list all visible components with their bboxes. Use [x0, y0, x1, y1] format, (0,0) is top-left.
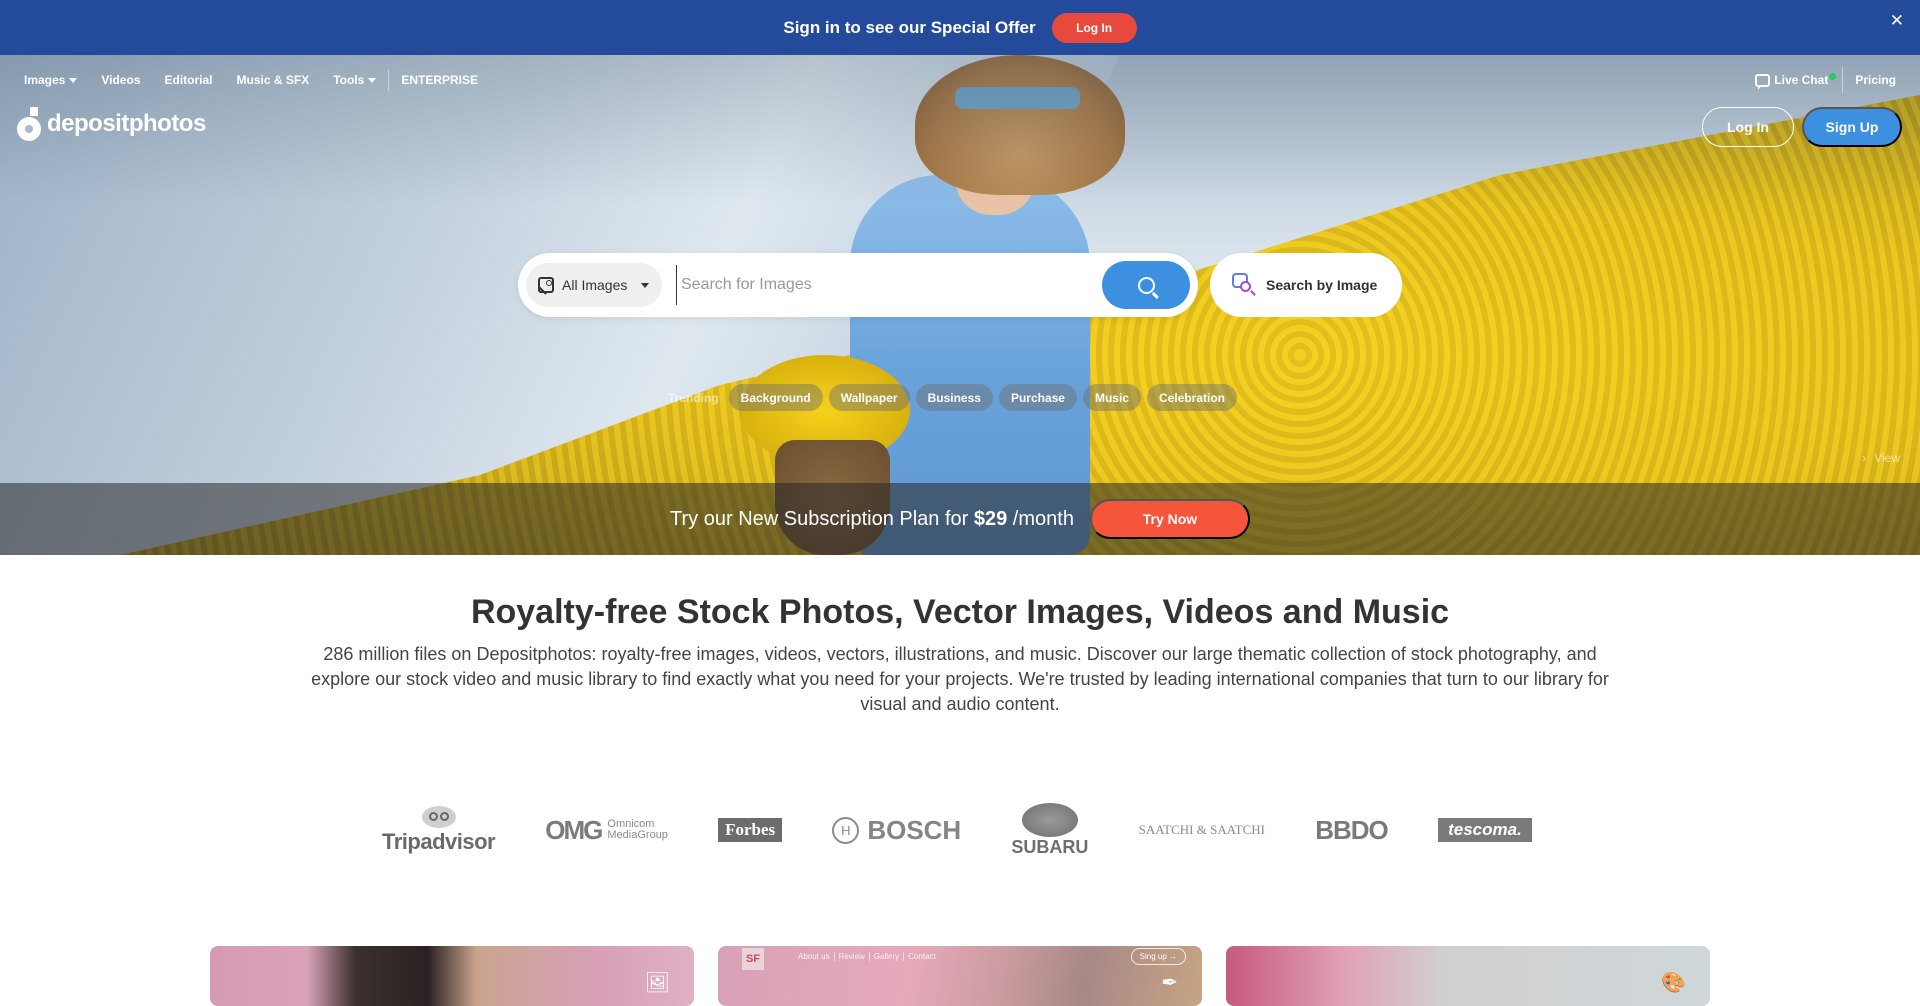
page-title: Royalty-free Stock Photos, Vector Images… [470, 593, 1450, 631]
search-icon [1137, 276, 1155, 294]
tripadvisor-text: Tripadvisor [382, 828, 496, 854]
image-icon: 🖼 [644, 972, 670, 994]
preview-nav-item: Review [835, 952, 870, 961]
category-cards: 🖼 SF About us Review Gallery Contact Sin… [210, 946, 1710, 1006]
trending-tags: Trending Background Wallpaper Business P… [668, 384, 1238, 411]
logo-text: depositphotos [47, 110, 206, 137]
bosch-armature-icon [832, 816, 860, 844]
pricing-link[interactable]: Pricing [1855, 73, 1896, 87]
close-icon[interactable]: ✕ [1890, 12, 1904, 29]
nav-videos-label: Videos [101, 73, 141, 87]
search-type-dropdown[interactable]: All Images [526, 263, 662, 307]
nav-tools[interactable]: Tools [333, 73, 377, 87]
card-photos[interactable]: 🖼 [210, 946, 694, 1006]
subscription-text-after: /month [1007, 507, 1074, 530]
trending-tag[interactable]: Business [915, 384, 993, 411]
trending-tag[interactable]: Music [1082, 384, 1141, 411]
login-button[interactable]: Log In [1702, 107, 1794, 147]
card-illustrations[interactable]: 🎨 [1226, 946, 1710, 1006]
trending-tag[interactable]: Wallpaper [828, 384, 910, 411]
promo-login-button[interactable]: Log In [1051, 12, 1137, 43]
search-input[interactable] [676, 265, 1102, 305]
nav-images[interactable]: Images [24, 73, 78, 87]
saatchi-logo: SAATCHI & SAATCHI [1138, 822, 1266, 837]
subaru-logo: SUBARU [1011, 802, 1089, 858]
trending-tag[interactable]: Celebration [1147, 384, 1238, 411]
bosch-logo: BOSCH [832, 815, 961, 846]
view-image-link[interactable]: › View [1862, 451, 1900, 465]
nav-enterprise-label: ENTERPRISE [401, 73, 478, 87]
online-status-dot [1829, 73, 1837, 80]
top-right-links: Live Chat Pricing [1755, 67, 1896, 93]
bbdo-logo: BBDO [1315, 814, 1389, 845]
preview-nav-item: About us [794, 952, 835, 961]
owl-icon [421, 805, 456, 828]
depositphotos-logo[interactable]: depositphotos [17, 107, 206, 141]
image-search-icon [1232, 273, 1256, 297]
auth-buttons: Log In Sign Up [1702, 107, 1902, 147]
logo-mark-icon [17, 107, 41, 141]
nav-videos[interactable]: Videos [101, 73, 140, 87]
page-description: 286 million files on Depositphotos: roya… [311, 644, 1609, 714]
pen-tool-icon: ✒ [1161, 972, 1178, 994]
nav-images-label: Images [24, 73, 66, 87]
nav-editorial-label: Editorial [164, 73, 213, 87]
palette-icon: 🎨 [1661, 972, 1686, 994]
forbes-logo: Forbes [718, 818, 783, 842]
search-type-label: All Images [562, 277, 628, 293]
omg-text: OMG [545, 814, 603, 845]
tripadvisor-logo: Tripadvisor [382, 805, 496, 855]
nav-music-label: Music & SFX [236, 73, 310, 87]
promo-text: Sign in to see our Special Offer [783, 17, 1036, 37]
main-nav: Images Videos Editorial Music & SFX Tool… [24, 69, 502, 91]
intro-section: Royalty-free Stock Photos, Vector Images… [0, 593, 1920, 717]
subscription-text: Try our New Subscription Plan for $29 /m… [670, 508, 1074, 531]
signup-button[interactable]: Sign Up [1802, 107, 1902, 147]
view-label: View [1874, 451, 1900, 465]
subscription-price: $29 [973, 507, 1008, 530]
preview-nav-item: Contact [908, 952, 936, 961]
tescoma-logo: tescoma. [1437, 818, 1532, 842]
subscription-banner: Try our New Subscription Plan for $29 /m… [0, 483, 1920, 555]
nav-music-sfx[interactable]: Music & SFX [237, 73, 310, 87]
search-button[interactable] [1102, 261, 1190, 309]
trending-tag[interactable]: Background [728, 384, 823, 411]
caret-down-icon [641, 282, 650, 288]
trending-tag[interactable]: Purchase [998, 384, 1077, 411]
live-chat-link[interactable]: Live Chat [1755, 73, 1842, 90]
chat-bubble-icon [1755, 73, 1771, 90]
omnicom-logo: OMG Omnicom MediaGroup [545, 815, 668, 846]
promo-banner: Sign in to see our Special Offer Log In … [0, 0, 1920, 55]
card-vectors[interactable]: SF About us Review Gallery Contact Sing … [718, 946, 1202, 1006]
search-by-image-button[interactable]: Search by Image [1210, 253, 1402, 317]
try-now-button[interactable]: Try Now [1089, 499, 1250, 539]
hero-section: Images Videos Editorial Music & SFX Tool… [0, 55, 1920, 555]
divider [1842, 67, 1844, 93]
search-bar: All Images [518, 253, 1198, 317]
preview-nav-item: Gallery [870, 952, 905, 961]
caret-down-icon [368, 77, 377, 83]
subscription-text-before: Try our New Subscription Plan for [670, 507, 974, 530]
caret-down-icon [69, 77, 78, 83]
client-logos: Tripadvisor OMG Omnicom MediaGroup Forbes… [382, 800, 1532, 860]
live-chat-label: Live Chat [1774, 73, 1829, 87]
chevron-right-icon: › [1862, 451, 1867, 465]
image-icon [538, 277, 554, 293]
subaru-stars-icon [1021, 802, 1078, 837]
nav-divider [388, 69, 390, 91]
nav-enterprise[interactable]: ENTERPRISE [401, 73, 478, 87]
bosch-text: BOSCH [867, 814, 962, 845]
preview-signup: Sing up → [1130, 948, 1186, 965]
nav-tools-label: Tools [333, 73, 365, 87]
nav-editorial[interactable]: Editorial [165, 73, 213, 87]
omnicom-line2: MediaGroup [607, 829, 668, 841]
trending-label: Trending [668, 390, 719, 405]
search-by-image-label: Search by Image [1266, 277, 1378, 293]
preview-logo: SF [742, 948, 764, 970]
subaru-text: SUBARU [1011, 836, 1089, 857]
omnicom-text: Omnicom MediaGroup [607, 819, 668, 841]
preview-nav: About us Review Gallery Contact [794, 952, 940, 961]
